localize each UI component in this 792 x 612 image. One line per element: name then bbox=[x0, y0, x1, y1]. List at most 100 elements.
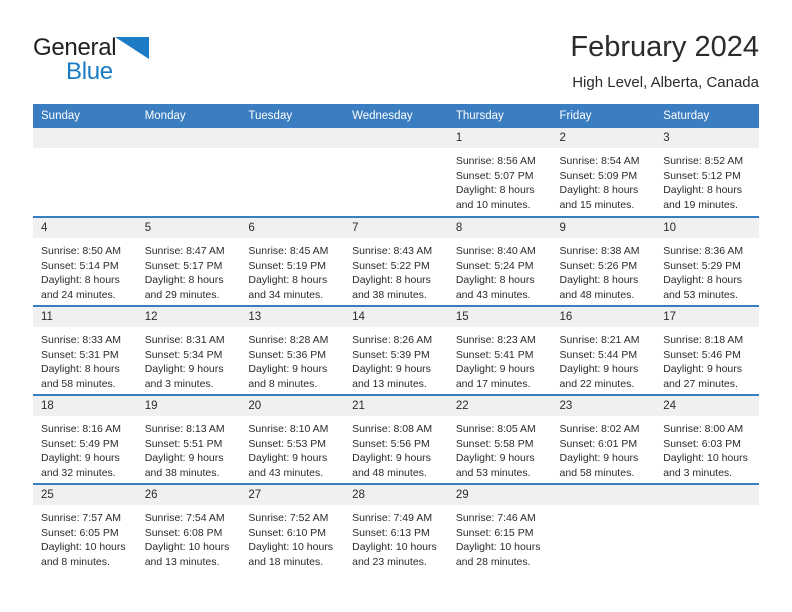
daylight-duration-line-2: and 34 minutes. bbox=[248, 288, 324, 301]
sunrise-time: Sunrise: 8:43 AM bbox=[352, 245, 433, 257]
calendar-header-row-group: Sunday Monday Tuesday Wednesday Thursday… bbox=[33, 104, 759, 128]
daylight-duration-line-1: Daylight: 10 hours bbox=[352, 541, 437, 554]
sunset-time: Sunset: 5:26 PM bbox=[559, 259, 638, 272]
sunset-time: Sunset: 5:17 PM bbox=[144, 259, 223, 272]
calendar-day-cell[interactable]: 22 Sunrise: 8:05 AM Sunset: 5:58 PM Dayligh… bbox=[447, 394, 552, 484]
calendar-day-cell[interactable]: 14 Sunrise: 8:26 AM Sunset: 5:39 PM Dayligh… bbox=[344, 305, 448, 395]
daylight-duration-line-1: Daylight: 9 hours bbox=[455, 363, 535, 376]
day-cell-inner: 23 Sunrise: 8:02 AM Sunset: 6:01 PM Dayligh… bbox=[551, 396, 656, 483]
sunrise-time: Sunrise: 8:36 AM bbox=[663, 245, 744, 257]
calendar-day-cell[interactable]: 27 Sunrise: 7:52 AM Sunset: 6:10 PM Dayligh… bbox=[240, 483, 345, 573]
weekday-header-row: Sunday Monday Tuesday Wednesday Thursday… bbox=[33, 104, 759, 128]
sunrise-time: Sunrise: 8:00 AM bbox=[663, 423, 744, 435]
daylight-duration-line-2: and 18 minutes. bbox=[248, 555, 324, 568]
calendar-day-cell[interactable]: 26 Sunrise: 7:54 AM Sunset: 6:08 PM Dayligh… bbox=[136, 483, 241, 573]
sunset-time: Sunset: 5:24 PM bbox=[455, 259, 534, 272]
sunset-time: Sunset: 5:51 PM bbox=[144, 437, 223, 450]
general-blue-logo[interactable]: General Blue bbox=[33, 28, 150, 84]
calendar-day-cell[interactable]: 3 Sunrise: 8:52 AM Sunset: 5:12 PM Daylight… bbox=[655, 128, 759, 217]
sunrise-time: Sunrise: 8:05 AM bbox=[455, 423, 536, 435]
daylight-duration-line-1: Daylight: 8 hours bbox=[455, 184, 535, 197]
day-cell-inner bbox=[344, 128, 448, 216]
calendar-day-cell[interactable]: 7 Sunrise: 8:43 AM Sunset: 5:22 PM Daylight… bbox=[344, 216, 448, 306]
daylight-duration-line-2: and 48 minutes. bbox=[559, 288, 635, 301]
calendar-day-cell[interactable]: 15 Sunrise: 8:23 AM Sunset: 5:41 PM Dayligh… bbox=[447, 305, 552, 395]
day-details: Sunrise: 8:16 AM Sunset: 5:49 PM Daylight:… bbox=[33, 416, 137, 480]
logo-text-general: General bbox=[33, 34, 117, 61]
day-cell-inner: 27 Sunrise: 7:52 AM Sunset: 6:10 PM Dayligh… bbox=[240, 485, 345, 573]
calendar-day-cell[interactable]: 12 Sunrise: 8:31 AM Sunset: 5:34 PM Dayligh… bbox=[136, 305, 241, 395]
calendar-day-cell[interactable]: 6 Sunrise: 8:45 AM Sunset: 5:19 PM Daylight… bbox=[240, 216, 345, 306]
day-number: 24 bbox=[655, 396, 759, 416]
calendar-day-cell[interactable]: 20 Sunrise: 8:10 AM Sunset: 5:53 PM Dayligh… bbox=[240, 394, 345, 484]
day-details: Sunrise: 8:52 AM Sunset: 5:12 PM Daylight:… bbox=[655, 148, 759, 212]
day-number: 15 bbox=[447, 307, 552, 327]
daylight-duration-line-2: and 38 minutes. bbox=[352, 288, 427, 301]
day-number bbox=[344, 128, 448, 148]
sunset-time: Sunset: 6:03 PM bbox=[663, 437, 741, 450]
day-details: Sunrise: 8:38 AM Sunset: 5:26 PM Daylight:… bbox=[552, 238, 656, 302]
day-cell-inner: 22 Sunrise: 8:05 AM Sunset: 5:58 PM Dayligh… bbox=[447, 396, 552, 483]
sunrise-time: Sunrise: 8:21 AM bbox=[559, 334, 640, 346]
day-details: Sunrise: 8:00 AM Sunset: 6:03 PM Daylight:… bbox=[655, 416, 759, 480]
daylight-duration-line-2: and 43 minutes. bbox=[248, 466, 324, 479]
day-cell-inner bbox=[551, 485, 656, 573]
calendar-day-cell[interactable]: 21 Sunrise: 8:08 AM Sunset: 5:56 PM Dayligh… bbox=[344, 394, 448, 484]
calendar-day-cell[interactable]: 2 Sunrise: 8:54 AM Sunset: 5:09 PM Daylight… bbox=[551, 128, 656, 217]
day-details: Sunrise: 8:33 AM Sunset: 5:31 PM Daylight:… bbox=[33, 327, 137, 391]
calendar-day-cell[interactable]: 5 Sunrise: 8:47 AM Sunset: 5:17 PM Daylight… bbox=[136, 216, 241, 306]
daylight-duration-line-1: Daylight: 9 hours bbox=[559, 363, 639, 376]
calendar-page: General Blue February 2024 High Level, A… bbox=[0, 0, 792, 612]
sunrise-time: Sunrise: 8:33 AM bbox=[41, 334, 121, 346]
calendar-day-cell[interactable]: 16 Sunrise: 8:21 AM Sunset: 5:44 PM Dayligh… bbox=[551, 305, 656, 395]
sunrise-time: Sunrise: 7:46 AM bbox=[455, 512, 536, 524]
calendar-day-cell[interactable]: 10 Sunrise: 8:36 AM Sunset: 5:29 PM Dayligh… bbox=[655, 216, 759, 306]
calendar-day-cell[interactable]: 29 Sunrise: 7:46 AM Sunset: 6:15 PM Dayligh… bbox=[447, 483, 552, 573]
calendar-day-cell[interactable]: 18 Sunrise: 8:16 AM Sunset: 5:49 PM Dayligh… bbox=[33, 394, 137, 484]
weekday-header-thursday: Thursday bbox=[447, 104, 552, 128]
sunset-time: Sunset: 5:12 PM bbox=[663, 169, 741, 182]
calendar-day-cell[interactable]: 8 Sunrise: 8:40 AM Sunset: 5:24 PM Daylight… bbox=[447, 216, 552, 306]
calendar-day-cell[interactable]: 25 Sunrise: 7:57 AM Sunset: 6:05 PM Dayligh… bbox=[33, 483, 137, 573]
day-details: Sunrise: 8:23 AM Sunset: 5:41 PM Daylight:… bbox=[448, 327, 552, 391]
daylight-duration-line-1: Daylight: 10 hours bbox=[41, 541, 126, 554]
calendar-day-cell[interactable]: 1 Sunrise: 8:56 AM Sunset: 5:07 PM Daylight… bbox=[447, 128, 552, 217]
calendar-day-cell[interactable]: 11 Sunrise: 8:33 AM Sunset: 5:31 PM Dayligh… bbox=[33, 305, 137, 395]
day-cell-inner: 14 Sunrise: 8:26 AM Sunset: 5:39 PM Dayligh… bbox=[344, 307, 448, 394]
calendar-day-cell[interactable]: 19 Sunrise: 8:13 AM Sunset: 5:51 PM Dayligh… bbox=[136, 394, 241, 484]
day-cell-inner: 18 Sunrise: 8:16 AM Sunset: 5:49 PM Dayligh… bbox=[33, 396, 137, 483]
daylight-duration-line-1: Daylight: 9 hours bbox=[144, 452, 224, 465]
daylight-duration-line-2: and 3 minutes. bbox=[144, 377, 214, 390]
calendar-day-cell[interactable]: 9 Sunrise: 8:38 AM Sunset: 5:26 PM Daylight… bbox=[551, 216, 656, 306]
sunset-time: Sunset: 5:36 PM bbox=[248, 348, 327, 361]
daylight-duration-line-1: Daylight: 9 hours bbox=[559, 452, 639, 465]
daylight-duration-line-1: Daylight: 9 hours bbox=[352, 363, 431, 376]
daylight-duration-line-2: and 48 minutes. bbox=[352, 466, 427, 479]
day-cell-inner: 8 Sunrise: 8:40 AM Sunset: 5:24 PM Daylight… bbox=[447, 218, 552, 305]
day-details: Sunrise: 7:54 AM Sunset: 6:08 PM Daylight:… bbox=[137, 505, 241, 569]
day-details: Sunrise: 8:47 AM Sunset: 5:17 PM Daylight:… bbox=[137, 238, 241, 302]
daylight-duration-line-1: Daylight: 9 hours bbox=[248, 452, 328, 465]
day-cell-inner: 10 Sunrise: 8:36 AM Sunset: 5:29 PM Dayligh… bbox=[655, 218, 759, 305]
daylight-duration-line-2: and 3 minutes. bbox=[663, 466, 733, 479]
calendar-day-cell[interactable]: 13 Sunrise: 8:28 AM Sunset: 5:36 PM Dayligh… bbox=[240, 305, 345, 395]
calendar-day-cell[interactable]: 17 Sunrise: 8:18 AM Sunset: 5:46 PM Dayligh… bbox=[655, 305, 759, 395]
day-number: 21 bbox=[344, 396, 448, 416]
day-number: 28 bbox=[344, 485, 448, 505]
day-cell-inner: 15 Sunrise: 8:23 AM Sunset: 5:41 PM Dayligh… bbox=[447, 307, 552, 394]
day-cell-inner: 3 Sunrise: 8:52 AM Sunset: 5:12 PM Daylight… bbox=[655, 128, 759, 216]
daylight-duration-line-2: and 10 minutes. bbox=[455, 198, 531, 211]
sunrise-time: Sunrise: 8:50 AM bbox=[41, 245, 121, 257]
daylight-duration-line-2: and 38 minutes. bbox=[144, 466, 220, 479]
sunset-time: Sunset: 5:49 PM bbox=[41, 437, 119, 450]
sunset-time: Sunset: 5:58 PM bbox=[455, 437, 534, 450]
sunrise-time: Sunrise: 8:23 AM bbox=[455, 334, 536, 346]
day-details: Sunrise: 8:28 AM Sunset: 5:36 PM Daylight:… bbox=[240, 327, 344, 391]
calendar-day-cell[interactable]: 4 Sunrise: 8:50 AM Sunset: 5:14 PM Daylight… bbox=[33, 216, 137, 306]
page-header: General Blue February 2024 High Level, A… bbox=[0, 0, 792, 104]
calendar-day-cell[interactable]: 28 Sunrise: 7:49 AM Sunset: 6:13 PM Dayligh… bbox=[344, 483, 448, 573]
calendar-day-cell[interactable]: 23 Sunrise: 8:02 AM Sunset: 6:01 PM Dayligh… bbox=[551, 394, 656, 484]
calendar-day-cell[interactable]: 24 Sunrise: 8:00 AM Sunset: 6:03 PM Dayligh… bbox=[655, 394, 759, 484]
day-details: Sunrise: 8:21 AM Sunset: 5:44 PM Daylight:… bbox=[552, 327, 656, 391]
sunset-time: Sunset: 5:46 PM bbox=[663, 348, 741, 361]
